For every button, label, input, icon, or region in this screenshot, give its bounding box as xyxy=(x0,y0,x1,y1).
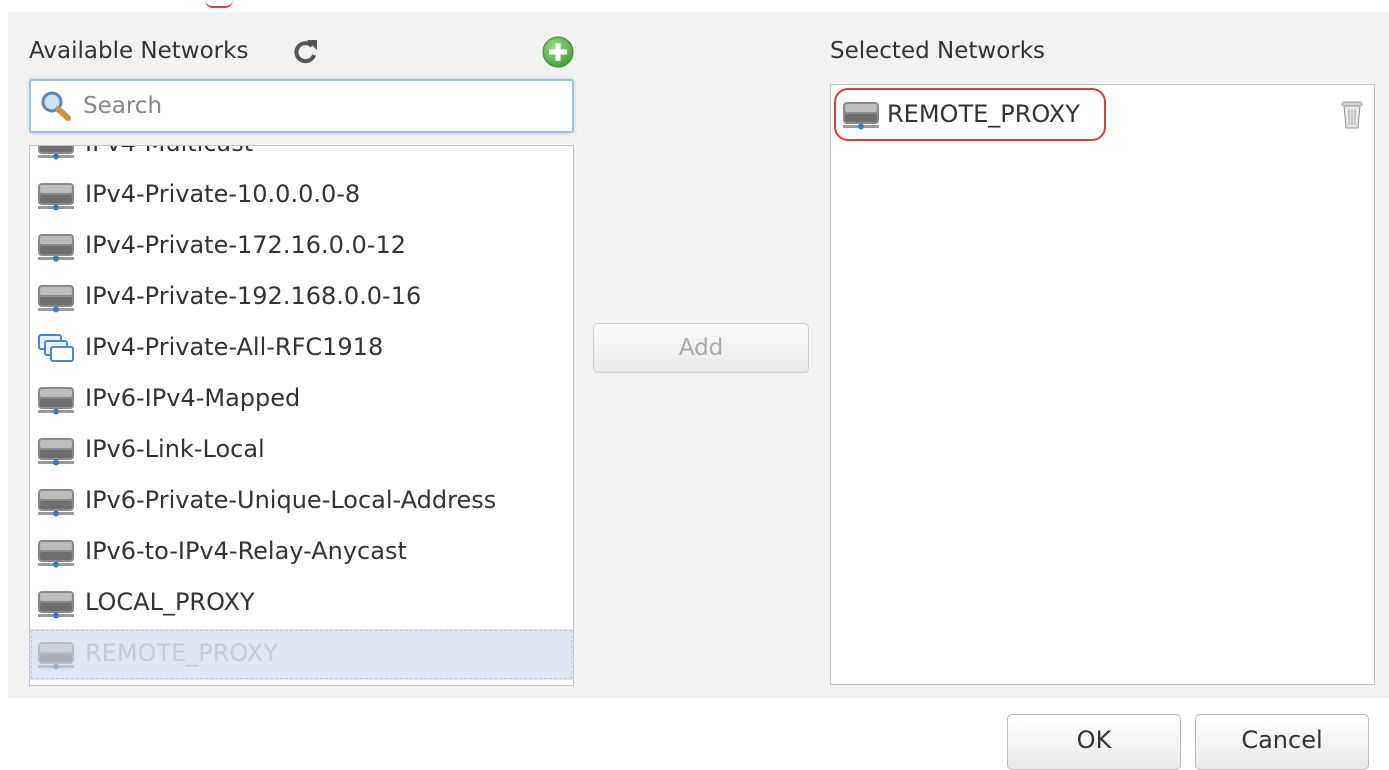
network-object-icon xyxy=(37,384,75,416)
cancel-button[interactable]: Cancel xyxy=(1195,714,1369,770)
trash-icon[interactable] xyxy=(1340,98,1364,130)
network-group-icon xyxy=(37,333,75,365)
selected-network-item[interactable]: REMOTE_PROXY xyxy=(834,88,1106,141)
network-object-icon xyxy=(37,282,75,314)
network-object-icon xyxy=(37,486,75,518)
available-network-label: IPv4-Private-192.168.0.0-16 xyxy=(85,282,422,310)
selected-network-label: REMOTE_PROXY xyxy=(887,100,1080,128)
available-network-label: LOCAL_PROXY xyxy=(85,588,255,616)
available-network-item[interactable]: IPv6-Private-Unique-Local-Address xyxy=(30,476,573,527)
available-network-label: IPv4-Private-172.16.0.0-12 xyxy=(85,231,406,259)
available-network-item[interactable]: IPv6-Link-Local xyxy=(30,425,573,476)
available-network-item[interactable]: IPv4-Private-172.16.0.0-12 xyxy=(30,221,573,272)
network-object-icon xyxy=(37,639,75,671)
available-network-item[interactable]: IPv4-Private-10.0.0.0-8 xyxy=(30,170,573,221)
add-button[interactable]: Add xyxy=(593,323,809,373)
available-network-item[interactable]: IPv4-Private-192.168.0.0-16 xyxy=(30,272,573,323)
ok-button[interactable]: OK xyxy=(1007,714,1181,770)
search-field[interactable] xyxy=(29,79,574,133)
available-network-item[interactable]: IPv6-to-IPv4-Relay-Anycast xyxy=(30,527,573,578)
available-network-item[interactable]: IPv4-Private-All-RFC1918 xyxy=(30,323,573,374)
search-icon xyxy=(41,91,71,121)
available-network-label: IPv6-Private-Unique-Local-Address xyxy=(85,486,497,514)
available-network-item[interactable]: IPv4-Multicast xyxy=(30,146,573,170)
available-network-item[interactable]: LOCAL_PROXY xyxy=(30,578,573,629)
selected-networks-title: Selected Networks xyxy=(830,38,1046,64)
network-object-icon xyxy=(37,231,75,263)
available-network-label: IPv4-Multicast xyxy=(85,146,253,157)
network-object-icon xyxy=(37,537,75,569)
annotation-mark xyxy=(205,0,233,8)
network-object-icon xyxy=(37,435,75,467)
available-network-label: IPv6-IPv4-Mapped xyxy=(85,384,301,412)
network-object-icon xyxy=(37,146,75,161)
available-network-item[interactable]: IPv6-IPv4-Mapped xyxy=(30,374,573,425)
available-network-label: IPv4-Private-10.0.0.0-8 xyxy=(85,180,361,208)
available-networks-list[interactable]: IPv4-Multicast IPv4-Private-10.0.0.0-8 IPv… xyxy=(29,145,574,686)
available-network-label: REMOTE_PROXY xyxy=(85,639,278,667)
refresh-icon[interactable] xyxy=(290,37,320,67)
network-object-icon xyxy=(842,99,880,131)
available-network-item[interactable]: REMOTE_PROXY xyxy=(30,629,573,680)
selected-networks-list[interactable]: REMOTE_PROXY xyxy=(830,84,1375,685)
network-object-icon xyxy=(37,180,75,212)
search-input[interactable] xyxy=(81,87,555,125)
available-network-label: IPv6-Link-Local xyxy=(85,435,265,463)
available-network-label: IPv4-Private-All-RFC1918 xyxy=(85,333,384,361)
network-object-icon xyxy=(37,588,75,620)
available-network-label: IPv6-to-IPv4-Relay-Anycast xyxy=(85,537,407,565)
add-network-icon[interactable] xyxy=(541,35,575,69)
available-networks-title: Available Networks xyxy=(29,38,249,64)
